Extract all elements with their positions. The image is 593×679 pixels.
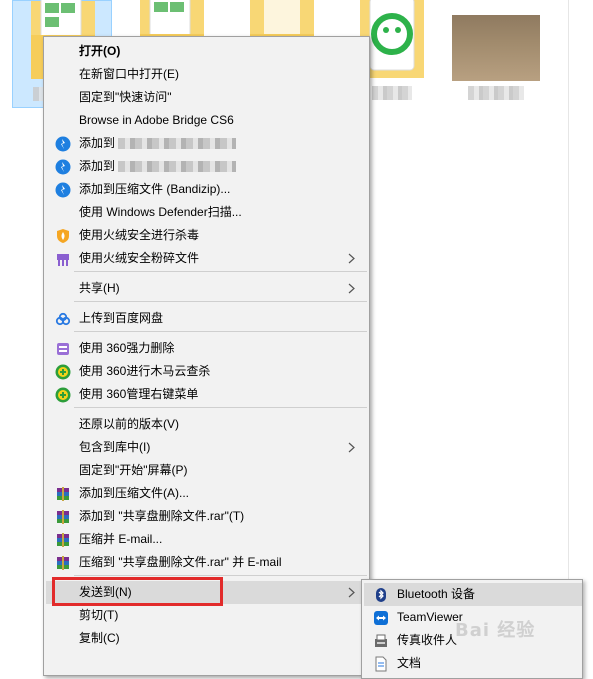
menu-item-360-trojan-scan[interactable]: 使用 360进行木马云查杀 bbox=[46, 360, 367, 383]
menu-separator bbox=[74, 575, 367, 576]
menu-item-label: 固定到"快速访问" bbox=[79, 90, 172, 104]
menu-separator bbox=[74, 271, 367, 272]
menu-item-restore-versions[interactable]: 还原以前的版本(V) bbox=[46, 413, 367, 436]
menu-item-huorong-shred[interactable]: 使用火绒安全粉碎文件 bbox=[46, 247, 367, 270]
blurred-filename bbox=[118, 161, 237, 173]
menu-item-label: Browse in Adobe Bridge CS6 bbox=[79, 113, 234, 127]
menu-item-baidu-upload[interactable]: 上传到百度网盘 bbox=[46, 307, 367, 330]
menu-item-winrar-add[interactable]: 添加到压缩文件(A)... bbox=[46, 482, 367, 505]
menu-item-label: 压缩并 E-mail... bbox=[79, 532, 163, 546]
menu-item-winrar-add-named[interactable]: 添加到 "共享盘删除文件.rar"(T) bbox=[46, 505, 367, 528]
menu-item-label: 使用火绒安全粉碎文件 bbox=[79, 251, 200, 265]
menu-item-browse-bridge[interactable]: Browse in Adobe Bridge CS6 bbox=[46, 109, 367, 132]
menu-item-label: 上传到百度网盘 bbox=[79, 311, 164, 325]
menu-item-label: 共享(H) bbox=[79, 281, 120, 295]
menu-item-open[interactable]: 打开(O) bbox=[46, 40, 367, 63]
baidu-cloud-icon bbox=[55, 312, 71, 326]
submenu-item-documents[interactable]: 文档 bbox=[364, 652, 582, 675]
menu-item-defender-scan[interactable]: 使用 Windows Defender扫描... bbox=[46, 201, 367, 224]
menu-item-label: 添加到 bbox=[79, 159, 116, 173]
teamviewer-icon bbox=[374, 611, 388, 625]
menu-item-open-new-window[interactable]: 在新窗口中打开(E) bbox=[46, 63, 367, 86]
menu-item-label: 使用 360进行木马云查杀 bbox=[79, 364, 211, 378]
submenu-item-bluetooth[interactable]: Bluetooth 设备 bbox=[364, 583, 582, 606]
menu-item-label: 剪切(T) bbox=[79, 608, 119, 622]
menu-item-360-context-manager[interactable]: 使用 360管理右键菜单 bbox=[46, 383, 367, 406]
360-shield-icon bbox=[55, 387, 71, 403]
menu-item-label: 打开(O) bbox=[79, 44, 121, 58]
menu-item-cut[interactable]: 剪切(T) bbox=[46, 604, 367, 627]
blurred-filename bbox=[118, 138, 237, 150]
submenu-item-label: Bluetooth 设备 bbox=[397, 587, 476, 601]
menu-item-label: 还原以前的版本(V) bbox=[79, 417, 179, 431]
menu-separator bbox=[74, 331, 367, 332]
winrar-icon bbox=[57, 510, 69, 524]
submenu-item-label: 传真收件人 bbox=[397, 633, 458, 647]
menu-separator bbox=[74, 301, 367, 302]
360-delete-icon bbox=[57, 343, 69, 355]
submenu-item-label: TeamViewer bbox=[397, 610, 463, 624]
annotation-highlight-box bbox=[52, 577, 223, 606]
menu-item-copy[interactable]: 复制(C) bbox=[46, 627, 367, 650]
menu-item-pin-quick-access[interactable]: 固定到"快速访问" bbox=[46, 86, 367, 109]
menu-item-label: 在新窗口中打开(E) bbox=[79, 67, 179, 81]
menu-item-pin-start[interactable]: 固定到"开始"屏幕(P) bbox=[46, 459, 367, 482]
menu-item-label: 使用火绒安全进行杀毒 bbox=[79, 228, 200, 242]
menu-item-label: 固定到"开始"屏幕(P) bbox=[79, 463, 188, 477]
submenu-item-label: 文档 bbox=[397, 656, 422, 670]
menu-separator bbox=[74, 407, 367, 408]
menu-item-label: 使用 Windows Defender扫描... bbox=[79, 205, 242, 219]
winrar-icon bbox=[57, 556, 69, 570]
document-icon bbox=[375, 656, 387, 672]
menu-item-label: 包含到库中(I) bbox=[79, 440, 151, 454]
menu-item-huorong-scan[interactable]: 使用火绒安全进行杀毒 bbox=[46, 224, 367, 247]
bandizip-icon bbox=[55, 182, 71, 198]
menu-item-label: 复制(C) bbox=[79, 631, 120, 645]
menu-item-label: 添加到 "共享盘删除文件.rar"(T) bbox=[79, 509, 245, 523]
image-thumbnail[interactable] bbox=[452, 15, 540, 81]
menu-item-label: 添加到压缩文件(A)... bbox=[79, 486, 189, 500]
menu-item-label: 添加到 bbox=[79, 136, 116, 150]
menu-item-label: 使用 360管理右键菜单 bbox=[79, 387, 199, 401]
menu-item-label: 添加到压缩文件 (Bandizip)... bbox=[79, 182, 231, 196]
menu-item-360-force-delete[interactable]: 使用 360强力删除 bbox=[46, 337, 367, 360]
winrar-icon bbox=[57, 533, 69, 547]
menu-item-winrar-email-named[interactable]: 压缩到 "共享盘删除文件.rar" 并 E-mail bbox=[46, 551, 367, 574]
shredder-icon bbox=[57, 254, 69, 266]
menu-item-bandizip-add-2[interactable]: 添加到 bbox=[46, 155, 367, 178]
bandizip-icon bbox=[55, 136, 71, 152]
menu-item-winrar-email[interactable]: 压缩并 E-mail... bbox=[46, 528, 367, 551]
bandizip-icon bbox=[55, 159, 71, 175]
watermark: Bai 经验 bbox=[455, 620, 536, 641]
menu-item-include-library[interactable]: 包含到库中(I) bbox=[46, 436, 367, 459]
pane-divider bbox=[568, 0, 569, 665]
winrar-icon bbox=[57, 487, 69, 501]
menu-item-label: 使用 360强力删除 bbox=[79, 341, 175, 355]
file-label-blurred bbox=[372, 86, 412, 100]
file-label-blurred bbox=[468, 86, 524, 100]
bluetooth-icon bbox=[376, 588, 386, 602]
menu-item-bandizip-add-1[interactable]: 添加到 bbox=[46, 132, 367, 155]
fax-icon bbox=[375, 634, 387, 647]
huorong-shield-icon bbox=[57, 229, 69, 243]
menu-item-share[interactable]: 共享(H) bbox=[46, 277, 367, 300]
menu-item-label: 压缩到 "共享盘删除文件.rar" 并 E-mail bbox=[79, 555, 282, 569]
menu-item-bandizip-compress[interactable]: 添加到压缩文件 (Bandizip)... bbox=[46, 178, 367, 201]
360-shield-icon bbox=[55, 364, 71, 380]
